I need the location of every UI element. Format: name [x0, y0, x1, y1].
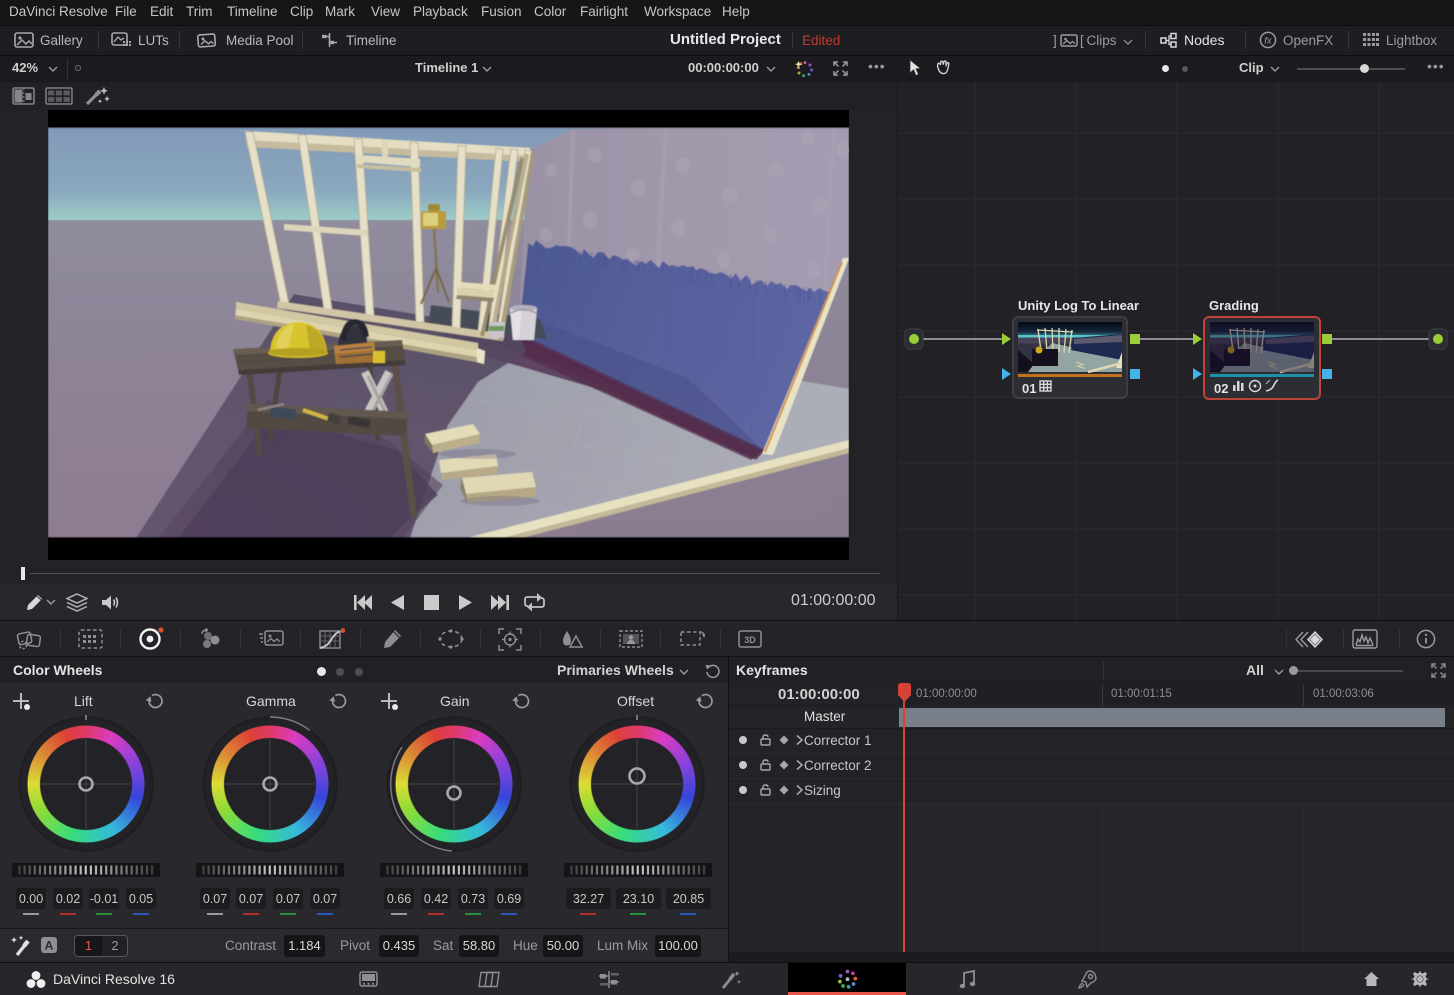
- svg-text:Gain: Gain: [440, 693, 470, 709]
- svg-text:32.27: 32.27: [573, 892, 604, 906]
- svg-text:0.05: 0.05: [129, 892, 153, 906]
- svg-text:fx: fx: [1264, 36, 1273, 47]
- svg-text:0.69: 0.69: [497, 892, 521, 906]
- svg-text:Offset: Offset: [617, 693, 654, 709]
- svg-text:0.07: 0.07: [313, 892, 337, 906]
- svg-text:02: 02: [1214, 381, 1228, 396]
- svg-text:01: 01: [1022, 381, 1036, 396]
- svg-text:0.00: 0.00: [19, 892, 43, 906]
- svg-text:Unity Log To Linear: Unity Log To Linear: [1018, 298, 1139, 313]
- svg-text:0.73: 0.73: [461, 892, 485, 906]
- svg-text:0.66: 0.66: [387, 892, 411, 906]
- svg-text:0.07: 0.07: [203, 892, 227, 906]
- svg-text:Lift: Lift: [74, 693, 93, 709]
- svg-text:0.42: 0.42: [424, 892, 448, 906]
- svg-text:0.07: 0.07: [276, 892, 300, 906]
- svg-text:0.07: 0.07: [239, 892, 263, 906]
- svg-text:-0.01: -0.01: [90, 892, 119, 906]
- svg-text:Grading: Grading: [1209, 298, 1259, 313]
- svg-text:20.85: 20.85: [673, 892, 704, 906]
- svg-text:0.02: 0.02: [56, 892, 80, 906]
- svg-text:3D: 3D: [744, 635, 756, 645]
- svg-text:A: A: [45, 939, 54, 953]
- svg-text:Gamma: Gamma: [246, 693, 296, 709]
- svg-text:23.10: 23.10: [623, 892, 654, 906]
